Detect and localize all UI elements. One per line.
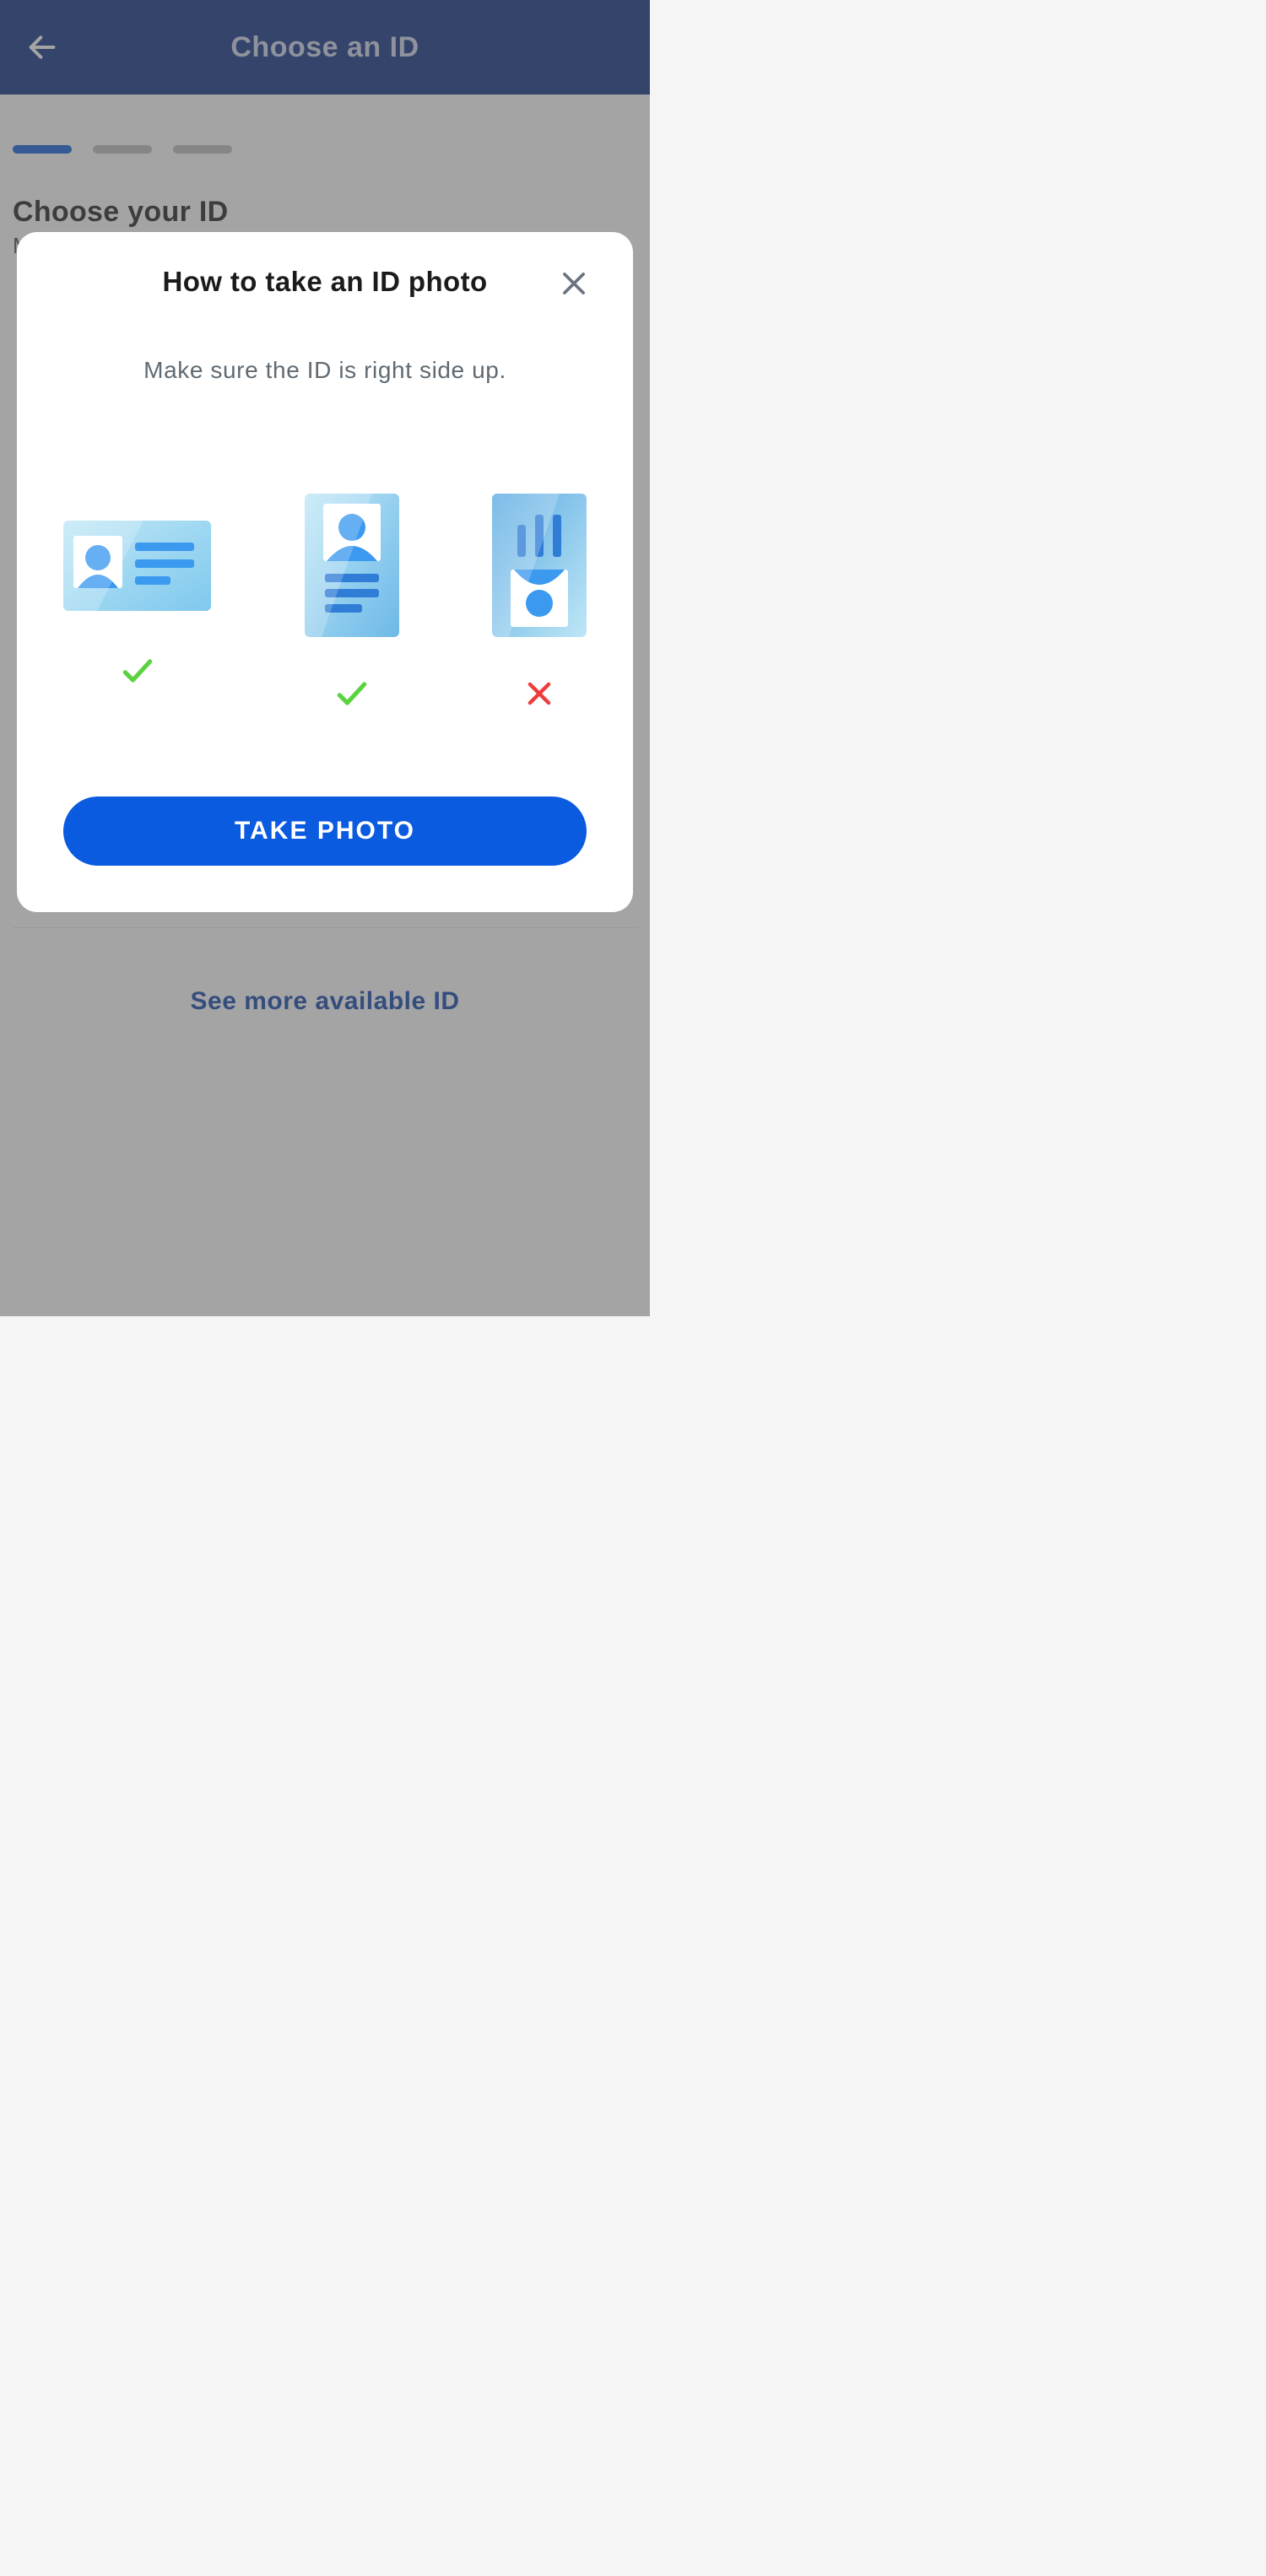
example-cards-row — [63, 494, 587, 712]
modal-overlay: How to take an ID photo Make sure the ID… — [0, 0, 650, 1316]
close-icon — [558, 267, 590, 300]
example-horizontal — [63, 517, 211, 689]
example-upside-down — [492, 494, 587, 712]
id-card-upside-down-icon — [492, 494, 587, 637]
close-button[interactable] — [553, 262, 595, 305]
id-photo-modal: How to take an ID photo Make sure the ID… — [17, 232, 633, 912]
take-photo-button[interactable]: TAKE PHOTO — [63, 797, 587, 866]
id-card-vertical-icon — [305, 494, 399, 637]
modal-title: How to take an ID photo — [162, 266, 487, 298]
id-card-horizontal-icon — [63, 517, 211, 614]
check-icon — [333, 675, 371, 712]
modal-subtitle: Make sure the ID is right side up. — [63, 357, 587, 384]
check-icon — [119, 652, 156, 689]
x-icon — [521, 675, 558, 712]
example-vertical — [305, 494, 399, 712]
app-screen: Choose an ID Choose your ID Make sure yo… — [0, 0, 650, 1316]
